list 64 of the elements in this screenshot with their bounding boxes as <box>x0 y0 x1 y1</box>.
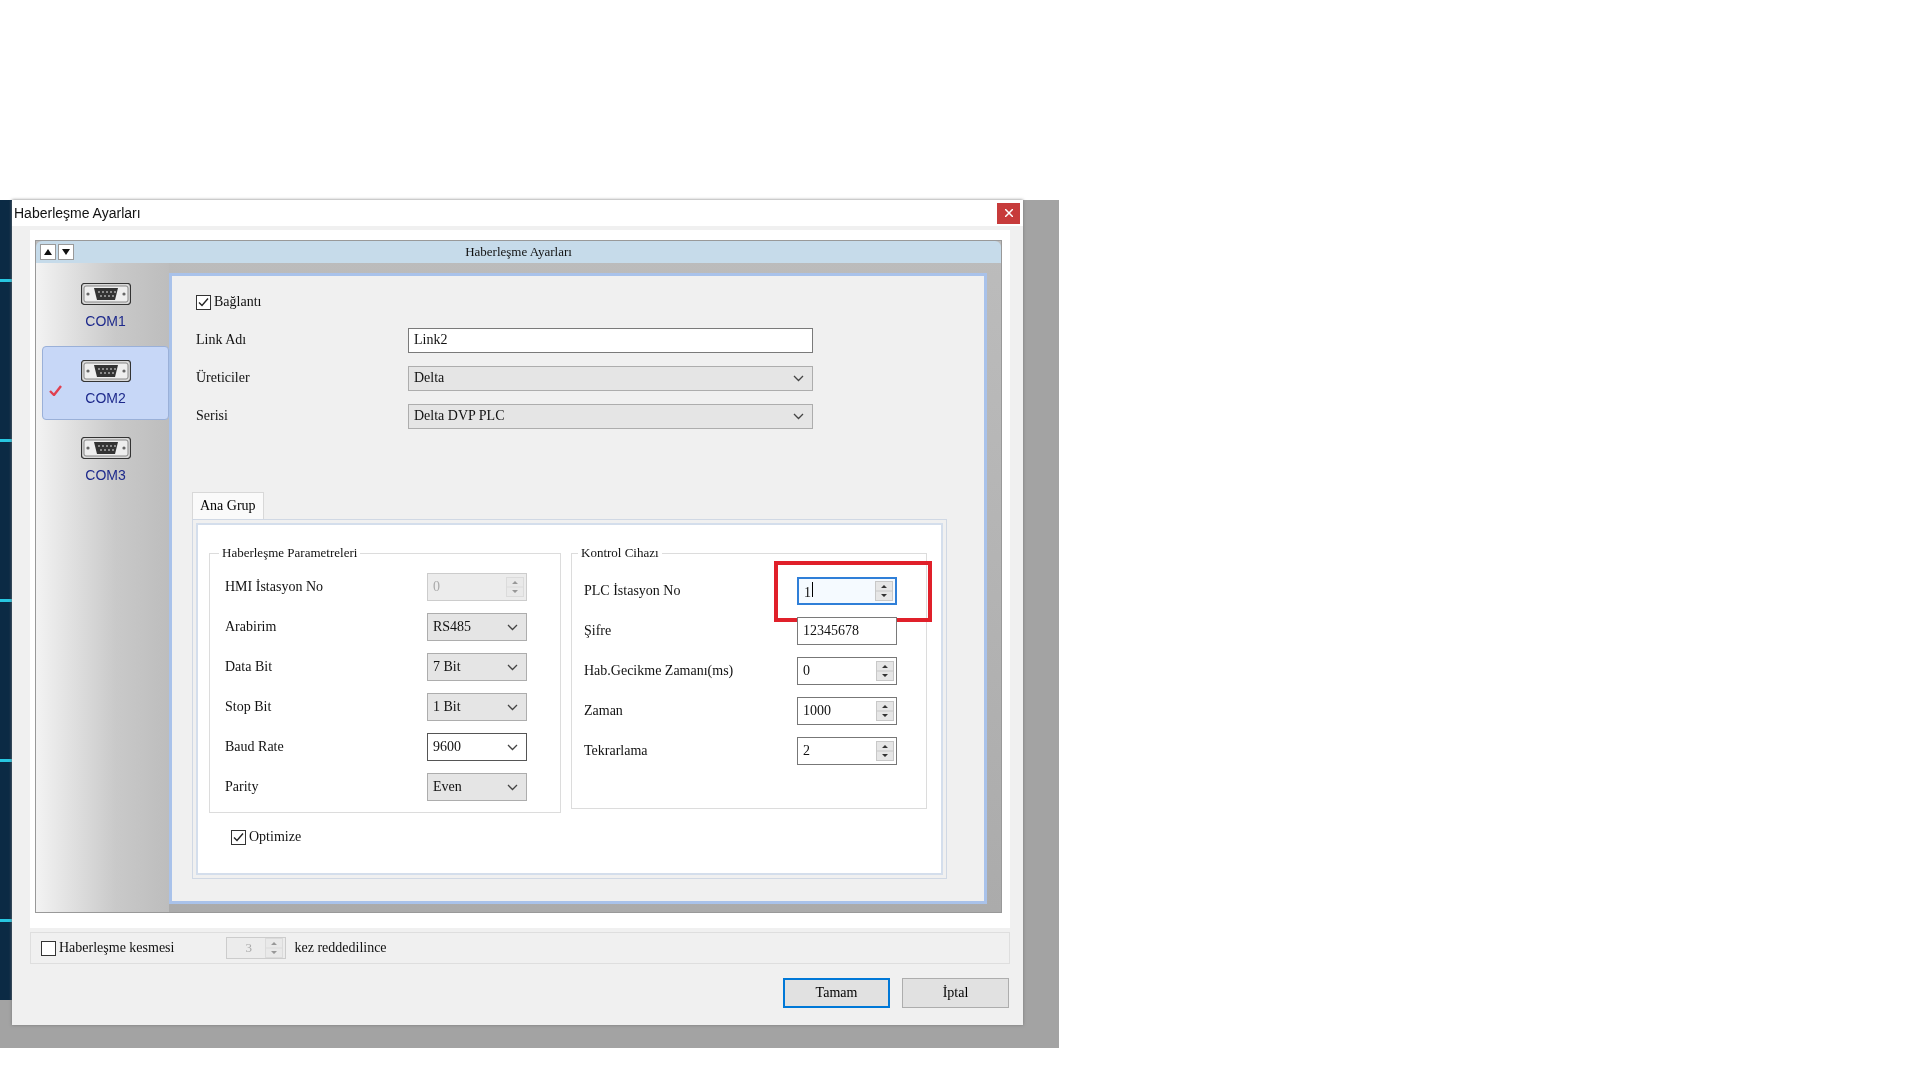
field-label: Hab.Gecikme Zamanı(ms) <box>584 663 735 679</box>
field-label: Zaman <box>584 703 624 719</box>
field-label: Serisi <box>196 408 229 424</box>
dropdown[interactable]: Delta <box>408 365 813 391</box>
group-title: Kontrol Cihazı <box>580 545 660 561</box>
text-field[interactable]: Link2 <box>408 327 813 353</box>
chevron-down-icon <box>507 663 518 671</box>
spinner-icon[interactable] <box>876 701 894 721</box>
checkbox-label: Haberleşme kesmesi <box>59 940 175 956</box>
port-tab[interactable]: COM1 <box>42 269 169 343</box>
checkbox[interactable] <box>231 829 246 845</box>
group-title: Haberleşme Parametreleri <box>221 545 359 561</box>
panel-title: Haberleşme Ayarları <box>465 244 572 259</box>
cancel-button[interactable]: İptal <box>902 978 1009 1008</box>
text-field[interactable]: 12345678 <box>797 617 897 645</box>
field-label: kez reddedilince <box>294 940 387 956</box>
port-tab[interactable]: COM3 <box>42 423 169 497</box>
field-label: Şifre <box>584 623 613 639</box>
chevron-down-icon <box>507 783 518 791</box>
spinner-icon[interactable] <box>876 661 894 681</box>
field-label: Link Adı <box>196 332 248 348</box>
serial-port-icon <box>80 283 131 305</box>
dropdown[interactable]: RS485 <box>427 613 527 641</box>
field-label: HMI İstasyon No <box>225 579 324 595</box>
scroll-up-button[interactable] <box>40 244 56 260</box>
dropdown[interactable]: 7 Bit <box>427 653 527 681</box>
checkbox[interactable] <box>196 294 211 310</box>
dropdown[interactable]: 1 Bit <box>427 693 527 721</box>
field-label: Tekrarlama <box>584 743 649 759</box>
chevron-down-icon <box>507 743 518 751</box>
close-button[interactable] <box>997 202 1020 224</box>
field-label: Stop Bit <box>225 699 273 715</box>
triangle-down-icon <box>62 249 70 255</box>
chevron-down-icon <box>507 623 518 631</box>
serial-port-icon <box>80 437 131 459</box>
chevron-down-icon <box>793 374 804 382</box>
scroll-down-button[interactable] <box>58 244 74 260</box>
dropdown[interactable]: Even <box>427 773 527 801</box>
tab[interactable]: Ana Grup <box>192 492 264 519</box>
number-field[interactable]: 1000 <box>797 697 897 725</box>
dropdown[interactable]: Delta DVP PLC <box>408 403 813 429</box>
field-label: Baud Rate <box>225 739 285 755</box>
checkbox-label: Optimize <box>249 829 302 845</box>
close-icon <box>1004 209 1013 217</box>
triangle-up-icon <box>44 249 52 255</box>
field-label: Data Bit <box>225 659 274 675</box>
field-label: Üreticiler <box>196 370 251 386</box>
serial-port-icon <box>80 360 131 382</box>
field-label: Parity <box>225 779 260 795</box>
window-title: Haberleşme Ayarları <box>14 205 141 221</box>
spinner-icon[interactable] <box>875 581 893 601</box>
chevron-down-icon <box>793 412 804 420</box>
number-field[interactable]: 1 <box>797 577 897 605</box>
number-field[interactable]: 2 <box>797 737 897 765</box>
spinner-icon[interactable] <box>876 741 894 761</box>
combo-box[interactable]: 9600 <box>427 733 527 761</box>
ok-button[interactable]: Tamam <box>783 978 890 1008</box>
checkbox[interactable] <box>41 940 56 956</box>
field-label: Arabirim <box>225 619 278 635</box>
field-label: PLC İstasyon No <box>584 583 682 599</box>
port-tab[interactable]: COM2 <box>42 346 169 420</box>
number-field[interactable]: 0 <box>797 657 897 685</box>
checkbox-label: Bağlantı <box>214 294 262 310</box>
chevron-down-icon <box>507 703 518 711</box>
